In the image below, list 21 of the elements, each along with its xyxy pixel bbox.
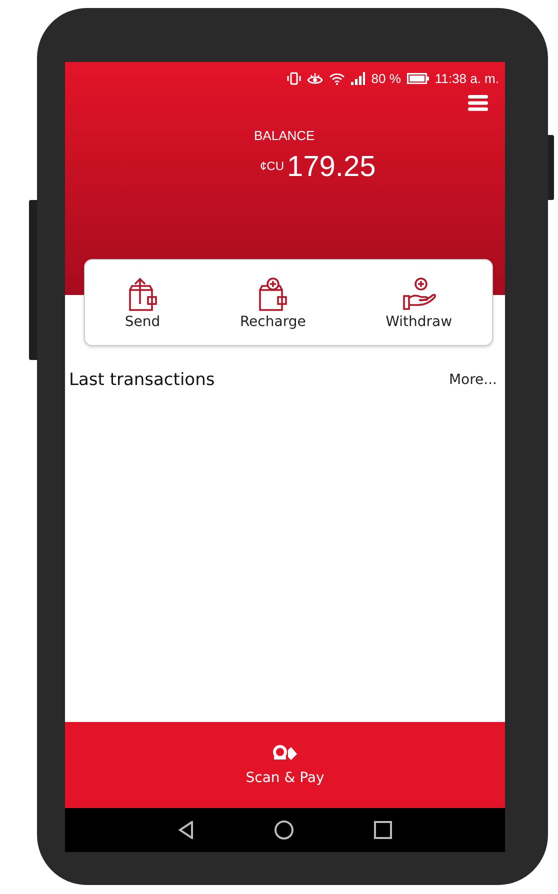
currency-label: ¢CU [260, 159, 284, 173]
battery-percent: 80 % [371, 70, 401, 86]
clock: 11:38 a. m. [434, 70, 499, 86]
wifi-icon [329, 72, 346, 84]
send-button[interactable]: Send [124, 276, 160, 330]
back-icon[interactable] [178, 821, 194, 839]
scan-pay-button[interactable]: Scan & Pay [65, 722, 505, 808]
home-icon[interactable] [274, 820, 294, 840]
recents-icon[interactable] [374, 821, 392, 839]
eye-icon [307, 72, 324, 84]
signal-icon [351, 72, 366, 84]
withdraw-button[interactable]: Withdraw [386, 276, 452, 330]
balance-amount: 179.25 [287, 151, 376, 184]
menu-button[interactable] [468, 95, 488, 111]
section-title: Last transactions [69, 370, 215, 390]
balance-label: BALANCE [254, 128, 316, 143]
battery-icon [406, 72, 429, 84]
hand-coin-icon [400, 276, 437, 312]
recharge-button[interactable]: Recharge [240, 276, 306, 330]
more-link[interactable]: More... [448, 372, 497, 388]
vibrate-icon [287, 72, 302, 84]
